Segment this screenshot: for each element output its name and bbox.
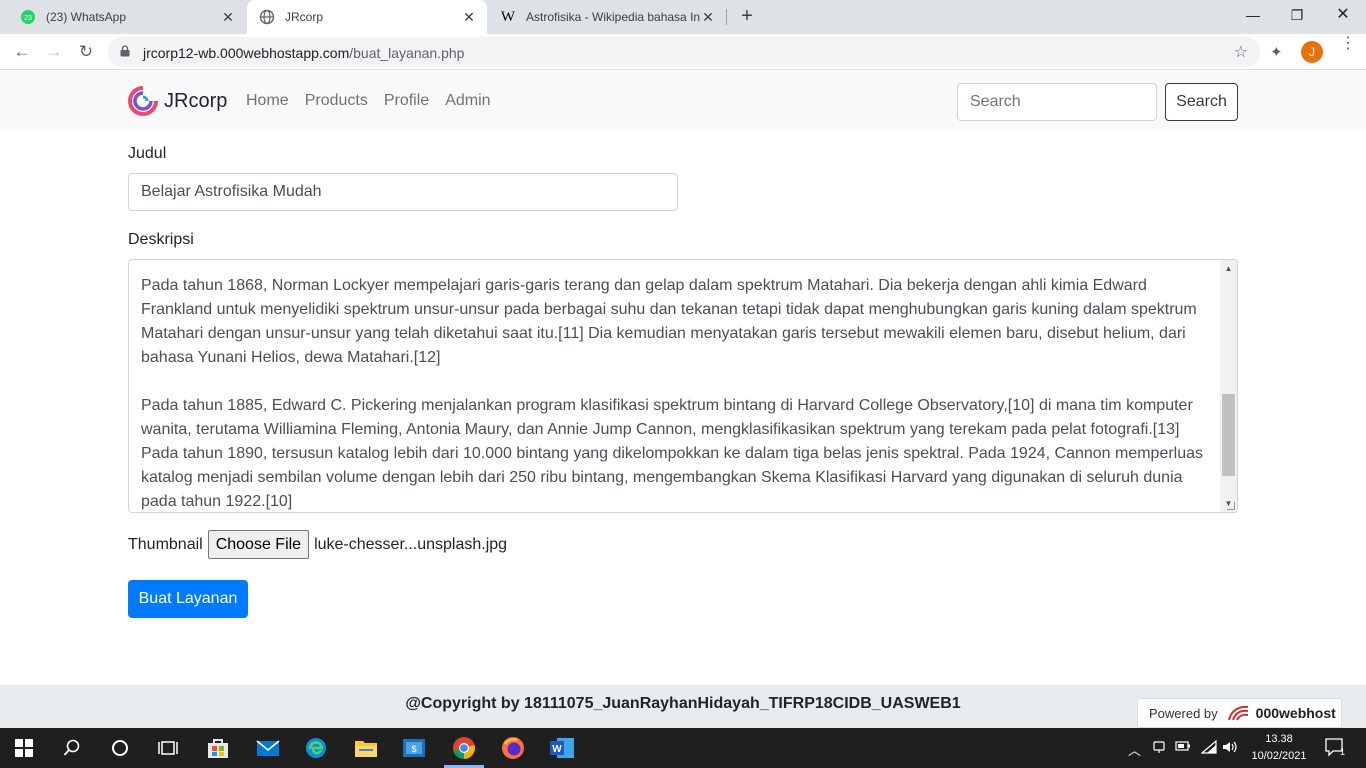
minimize-button[interactable]: — <box>1230 0 1276 30</box>
taskbar-clock[interactable]: 13.38 10/02/2021 <box>1246 731 1312 765</box>
firefox-icon[interactable] <box>499 734 527 762</box>
brand[interactable]: JRcorp <box>128 86 227 116</box>
edge-icon[interactable] <box>302 734 330 762</box>
volume-icon[interactable] <box>1222 740 1238 757</box>
brand-name: JRcorp <box>164 89 228 112</box>
powered-brand: 000webhost <box>1255 705 1336 721</box>
browser-toolbar: ← → ↻ jrcorp12-wb.000webhostapp.com/buat… <box>0 34 1366 70</box>
search-button[interactable]: Search <box>1165 83 1238 121</box>
thumbnail-label: Thumbnail <box>128 535 203 553</box>
notification-center-icon[interactable]: 1 <box>1324 736 1346 761</box>
judul-input[interactable]: Belajar Astrofisika Mudah <box>128 173 678 211</box>
scroll-thumb[interactable] <box>1222 394 1235 476</box>
word-icon[interactable]: W <box>548 734 576 762</box>
url-path: /buat_layanan.php <box>349 45 465 61</box>
scroll-up-icon[interactable]: ▲ <box>1220 260 1237 277</box>
svg-text:W: W <box>552 744 562 755</box>
tab-title: JRcorp <box>285 10 324 24</box>
mail-icon[interactable] <box>254 734 282 762</box>
judul-label: Judul <box>128 145 167 162</box>
tab-jrcorp[interactable]: JRcorp ✕ <box>247 0 487 34</box>
textarea-scrollbar[interactable]: ▲ ▼ <box>1220 260 1237 512</box>
tab-wikipedia[interactable]: W Astrofisika - Wikipedia bahasa In ✕ <box>488 0 726 34</box>
globe-icon <box>259 9 275 25</box>
search-icon[interactable] <box>58 734 86 762</box>
clock-date: 10/02/2021 <box>1251 750 1307 762</box>
resize-grip-icon[interactable] <box>1227 502 1235 510</box>
url-text: jrcorp12-wb.000webhostapp.com/buat_layan… <box>143 45 464 61</box>
battery-icon[interactable] <box>1175 740 1191 755</box>
tab-whatsapp[interactable]: 23 (23) WhatsApp ✕ <box>8 0 246 34</box>
deskripsi-textarea[interactable]: Pada tahun 1868, Norman Lockyer mempelaj… <box>128 259 1238 513</box>
choose-file-button[interactable]: Choose File <box>207 530 310 559</box>
jrcorp-logo-icon <box>128 86 158 116</box>
deskripsi-label: Deskripsi <box>128 231 194 248</box>
deskripsi-paragraph: Pada tahun 1868, Norman Lockyer mempelaj… <box>141 277 1197 366</box>
clock-time: 13.38 <box>1265 733 1293 745</box>
nav-products[interactable]: Products <box>305 92 368 110</box>
restore-button[interactable]: ❐ <box>1274 0 1320 30</box>
site-navbar: JRcorp Home Products Profile Admin Searc… <box>0 71 1366 130</box>
profile-avatar[interactable]: J <box>1301 41 1323 63</box>
deskripsi-paragraph: Pada tahun 1885, Edward C. Pickering men… <box>141 397 1204 510</box>
nav-links: Home Products Profile Admin <box>246 92 507 110</box>
nav-admin[interactable]: Admin <box>445 92 490 110</box>
lock-icon <box>120 45 130 57</box>
close-tab-icon[interactable]: ✕ <box>700 9 716 25</box>
browser-menu-icon[interactable]: ⋮ <box>1340 36 1356 52</box>
control-panel-icon[interactable]: $ <box>400 734 428 762</box>
deskripsi-content: Pada tahun 1868, Norman Lockyer mempelaj… <box>141 274 1219 512</box>
browser-tabstrip: 23 (23) WhatsApp ✕ JRcorp ✕ W Astrofisik… <box>0 0 1366 34</box>
new-tab-button[interactable]: + <box>736 6 758 28</box>
buat-layanan-button[interactable]: Buat Layanan <box>128 580 248 618</box>
store-icon[interactable] <box>204 734 232 762</box>
tab-title: (23) WhatsApp <box>46 10 127 24</box>
powered-label: Powered by <box>1149 705 1218 721</box>
address-bar[interactable]: jrcorp12-wb.000webhostapp.com/buat_layan… <box>108 37 1260 67</box>
notification-count: 1 <box>1340 747 1345 757</box>
back-button[interactable]: ← <box>10 40 34 64</box>
close-tab-icon[interactable]: ✕ <box>461 9 477 25</box>
tab-title: Astrofisika - Wikipedia bahasa In <box>526 10 700 24</box>
wikipedia-icon: W <box>500 8 516 25</box>
cortana-icon[interactable] <box>106 734 134 762</box>
000webhost-logo-icon <box>1227 705 1248 721</box>
svg-text:$: $ <box>411 744 416 754</box>
whatsapp-icon: 23 <box>20 9 36 25</box>
whatsapp-badge: 23 <box>24 15 32 22</box>
reload-button[interactable]: ↻ <box>74 40 98 64</box>
extensions-icon[interactable]: ✦ <box>1270 43 1283 61</box>
tab-separator <box>726 9 727 25</box>
forward-button[interactable]: → <box>42 40 66 64</box>
selected-file-name: luke-chesser...unsplash.jpg <box>314 535 508 553</box>
windows-start-icon[interactable] <box>10 734 38 762</box>
tray-chevron-icon[interactable]: ︿ <box>1128 740 1141 759</box>
chrome-icon[interactable] <box>450 734 478 762</box>
thumbnail-field: Thumbnail Choose File luke-chesser...uns… <box>128 530 507 559</box>
file-explorer-icon[interactable] <box>352 734 380 762</box>
meet-now-icon[interactable] <box>1152 740 1166 757</box>
close-tab-icon[interactable]: ✕ <box>220 9 236 25</box>
search-input[interactable]: Search <box>957 83 1157 121</box>
close-window-button[interactable]: ✕ <box>1320 0 1366 30</box>
nav-home[interactable]: Home <box>246 92 289 110</box>
task-view-icon[interactable] <box>154 734 182 762</box>
bookmark-star-icon[interactable]: ☆ <box>1234 42 1248 62</box>
url-host: jrcorp12-wb.000webhostapp.com <box>143 45 350 61</box>
windows-taskbar: $ W ︿ 13.38 10/02/2021 1 <box>0 728 1366 768</box>
wifi-icon[interactable] <box>1200 739 1217 757</box>
nav-profile[interactable]: Profile <box>384 92 429 110</box>
powered-by-badge[interactable]: Powered by 000webhost <box>1137 698 1342 728</box>
